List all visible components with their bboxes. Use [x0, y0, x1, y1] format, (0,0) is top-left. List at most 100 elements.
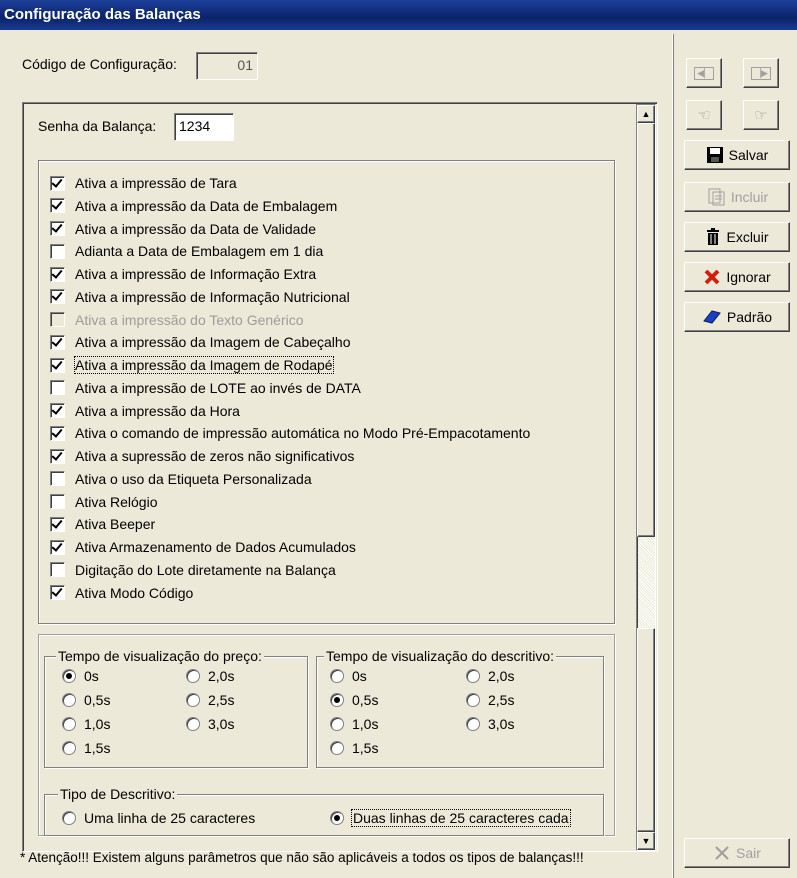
option-checkbox[interactable]: [50, 425, 65, 441]
option-label: Ativa a impressão de LOTE ao invés de DA…: [75, 379, 361, 396]
option-row[interactable]: Ativa Beeper: [50, 513, 155, 535]
option-row[interactable]: Ativa o uso da Etiqueta Personalizada: [50, 468, 312, 490]
salvar-button[interactable]: Salvar: [684, 140, 790, 170]
option-label: Ativa a impressão de Tara: [75, 175, 237, 191]
title-bar: Configuração das Balanças: [0, 0, 797, 30]
option-label: Digitação do Lote diretamente na Balança: [75, 561, 336, 578]
option-row[interactable]: Ativa a impressão de LOTE ao invés de DA…: [50, 377, 361, 399]
option-row[interactable]: Ativa a impressão da Hora: [50, 400, 240, 422]
option-row[interactable]: Ativa a impressão de Tara: [50, 172, 237, 194]
option-row[interactable]: Ativa a impressão da Data de Validade: [50, 218, 316, 240]
option-row[interactable]: Ativa a impressão de Informação Extra: [50, 263, 316, 285]
option-label: Ativa a impressão do Texto Genérico: [75, 311, 304, 328]
first-record-button[interactable]: ◀▏: [686, 58, 722, 88]
scrollbar-track-lower[interactable]: [637, 628, 655, 832]
scroll-down-arrow-icon[interactable]: ▼: [637, 832, 655, 850]
tipo-radio-1[interactable]: [62, 811, 76, 825]
next-record-button[interactable]: ☞: [743, 100, 779, 130]
add-document-icon: [708, 188, 725, 206]
option-checkbox[interactable]: [50, 175, 65, 191]
option-label: Ativa a impressão de Informação Extra: [75, 266, 317, 282]
option-row[interactable]: Ativa Armazenamento de Dados Acumulados: [50, 536, 356, 558]
incluir-button[interactable]: Incluir: [684, 182, 790, 212]
option-checkbox[interactable]: [50, 289, 65, 305]
incluir-label: Incluir: [730, 189, 769, 205]
hand-left-icon: ☜: [697, 107, 711, 124]
sair-x-icon: [715, 846, 729, 860]
option-checkbox[interactable]: [50, 312, 65, 327]
option-label: Ativa a impressão da Data de Embalagem: [75, 197, 338, 214]
excluir-button[interactable]: Excluir: [684, 222, 790, 252]
option-checkbox[interactable]: [50, 403, 65, 418]
option-label: Ativa o comando de impressão automática …: [75, 425, 531, 442]
salvar-label: Salvar: [728, 147, 769, 163]
option-label: Ativa a impressão da Imagem de Rodapé: [74, 356, 334, 374]
footer-warning: * Atenção!!! Existem alguns parâmetros q…: [20, 850, 584, 865]
option-row[interactable]: Ativa Relógio: [50, 491, 158, 513]
previous-record-button[interactable]: ☜: [686, 100, 722, 130]
option-checkbox[interactable]: [50, 585, 65, 600]
blue-diamond-icon: [703, 310, 721, 324]
option-label: Ativa Armazenamento de Dados Acumulados: [75, 539, 356, 555]
option-label: Ativa a impressão da Imagem de Cabeçalho: [75, 334, 351, 351]
sair-button[interactable]: Sair: [684, 838, 790, 868]
option-label: Ativa a impressão de Informação Nutricio…: [75, 288, 350, 305]
option-checkbox[interactable]: [50, 334, 65, 350]
config-code-label: Código de Configuração:: [22, 56, 177, 72]
option-label: Ativa Relógio: [75, 493, 158, 510]
last-record-icon: ▕▶: [751, 66, 771, 80]
option-label: Ativa Modo Código: [75, 584, 194, 601]
option-checkbox[interactable]: [50, 380, 65, 396]
tipo-group-title: Tipo de Descritivo:: [58, 786, 178, 802]
option-checkbox[interactable]: [50, 471, 65, 487]
option-label: Ativa a impressão da Data de Validade: [75, 220, 316, 237]
ignorar-button[interactable]: Ignorar: [684, 262, 790, 292]
floppy-disk-icon: [706, 147, 723, 163]
excluir-label: Excluir: [726, 229, 769, 245]
scrollbar-track-upper[interactable]: [637, 123, 655, 537]
scroll-up-arrow-icon[interactable]: ▲: [637, 105, 655, 123]
option-checkbox[interactable]: [50, 494, 65, 509]
option-checkbox[interactable]: [50, 539, 65, 555]
option-row[interactable]: Ativa a supressão de zeros não significa…: [50, 445, 354, 467]
padrao-button[interactable]: Padrão: [684, 302, 790, 332]
window-title: Configuração das Balanças: [4, 6, 201, 23]
config-code-field[interactable]: 01: [196, 52, 258, 80]
option-row[interactable]: Ativa o comando de impressão automática …: [50, 422, 530, 444]
option-row[interactable]: Ativa Modo Código: [50, 582, 193, 604]
tipo-option-uma-linha[interactable]: Uma linha de 25 caracteres: [62, 808, 255, 828]
option-label: Adianta a Data de Embalagem em 1 dia: [75, 243, 324, 260]
trash-icon: [707, 228, 720, 245]
vertical-scrollbar[interactable]: ▲ ▼: [636, 104, 656, 851]
option-row[interactable]: Ativa a impressão do Texto Genérico: [50, 309, 304, 331]
option-row[interactable]: Digitação do Lote diretamente na Balança: [50, 559, 336, 581]
last-record-button[interactable]: ▕▶: [743, 58, 779, 88]
option-checkbox[interactable]: [50, 357, 65, 373]
tipo-option-duas-linhas[interactable]: Duas linhas de 25 caracteres cada: [330, 808, 571, 828]
sair-label: Sair: [736, 845, 761, 861]
tipo-option-1-label: Uma linha de 25 caracteres: [84, 810, 256, 826]
option-row[interactable]: Ativa a impressão da Imagem de Rodapé: [50, 354, 334, 376]
option-label: Ativa Beeper: [75, 516, 156, 533]
option-checkbox[interactable]: [50, 266, 65, 282]
senha-label: Senha da Balança:: [38, 118, 157, 134]
option-checkbox[interactable]: [50, 243, 65, 259]
option-row[interactable]: Adianta a Data de Embalagem em 1 dia: [50, 240, 323, 262]
tipo-radio-2[interactable]: [330, 811, 344, 825]
option-label: Ativa o uso da Etiqueta Personalizada: [75, 470, 312, 487]
option-checkbox[interactable]: [50, 198, 65, 214]
senha-field[interactable]: 1234: [174, 113, 234, 141]
padrao-label: Padrão: [726, 309, 773, 325]
option-checkbox[interactable]: [50, 516, 65, 532]
ignorar-label: Ignorar: [726, 269, 771, 285]
option-checkbox[interactable]: [50, 221, 65, 236]
hand-right-icon: ☞: [754, 107, 768, 124]
option-label: Ativa a supressão de zeros não significa…: [75, 448, 355, 464]
option-row[interactable]: Ativa a impressão da Imagem de Cabeçalho: [50, 331, 350, 353]
option-checkbox[interactable]: [50, 562, 65, 578]
option-row[interactable]: Ativa a impressão de Informação Nutricio…: [50, 286, 350, 308]
option-row[interactable]: Ativa a impressão da Data de Embalagem: [50, 195, 337, 217]
option-checkbox[interactable]: [50, 448, 65, 464]
tipo-option-2-label: Duas linhas de 25 caracteres cada: [351, 809, 571, 827]
option-label: Ativa a impressão da Hora: [75, 402, 240, 419]
